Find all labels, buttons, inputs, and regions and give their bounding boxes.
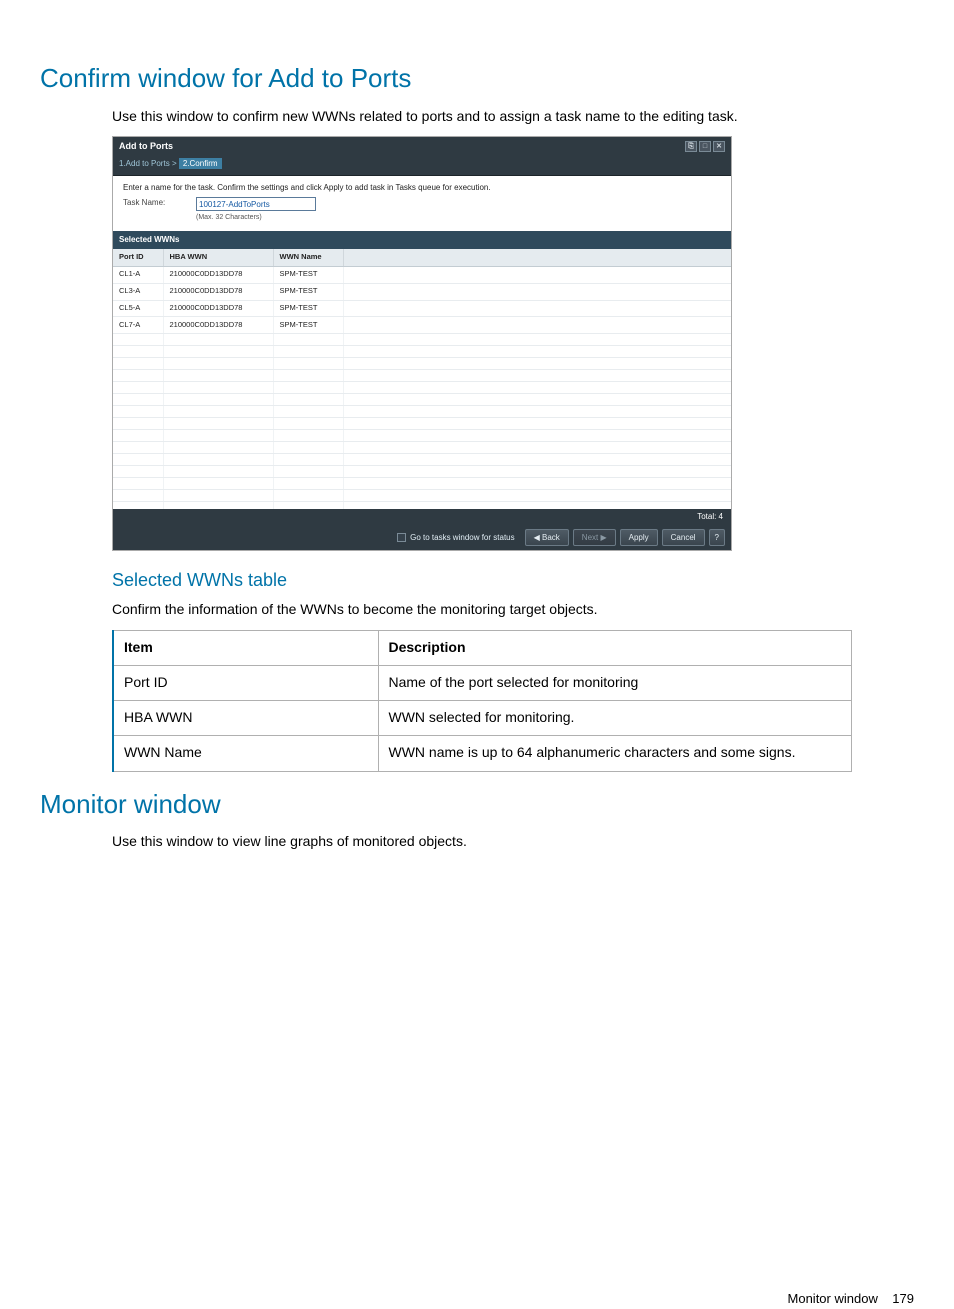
- apply-button[interactable]: Apply: [620, 529, 658, 547]
- table-row[interactable]: CL7-A210000C0DD13DD78SPM-TEST: [113, 317, 731, 334]
- table-row[interactable]: CL1-A210000C0DD13DD78SPM-TEST: [113, 266, 731, 283]
- breadcrumb-step-2: 2.Confirm: [179, 158, 222, 169]
- table-total: Total: 4: [113, 509, 731, 525]
- selected-wwns-header: Selected WWNs: [113, 231, 731, 249]
- breadcrumb-step-1[interactable]: 1.Add to Ports: [119, 159, 170, 168]
- back-button[interactable]: ◀ Back: [525, 529, 569, 547]
- help-button[interactable]: ?: [709, 529, 725, 547]
- table-row[interactable]: CL5-A210000C0DD13DD78SPM-TEST: [113, 300, 731, 317]
- task-name-input[interactable]: [196, 197, 316, 211]
- go-to-tasks-checkbox[interactable]: Go to tasks window for status: [397, 532, 515, 544]
- table-row[interactable]: CL3-A210000C0DD13DD78SPM-TEST: [113, 283, 731, 300]
- selected-wwns-table: Port ID HBA WWN WWN Name CL1-A210000C0DD…: [113, 249, 731, 509]
- window-maximize-icon[interactable]: □: [699, 141, 711, 152]
- table-row-empty: [113, 466, 731, 478]
- table-row-empty: [113, 358, 731, 370]
- table-row-empty: [113, 406, 731, 418]
- table-row-empty: [113, 394, 731, 406]
- table-row-empty: [113, 442, 731, 454]
- add-to-ports-dialog: Add to Ports ⎘ □ ✕ 1.Add to Ports > 2.Co…: [112, 136, 732, 551]
- table-row-empty: [113, 418, 731, 430]
- col-hba-wwn: HBA WWN: [163, 249, 273, 266]
- table-row-empty: [113, 454, 731, 466]
- def-row: Port IDName of the port selected for mon…: [113, 665, 852, 700]
- table-row-empty: [113, 490, 731, 502]
- task-name-label: Task Name:: [123, 197, 178, 209]
- table-row-empty: [113, 430, 731, 442]
- definition-table: Item Description Port IDName of the port…: [112, 630, 852, 772]
- monitor-paragraph: Use this window to view line graphs of m…: [112, 831, 914, 851]
- def-head-item: Item: [113, 630, 378, 665]
- table-row-empty: [113, 334, 731, 346]
- section-heading-confirm: Confirm window for Add to Ports: [40, 60, 914, 98]
- def-row: HBA WWNWWN selected for monitoring.: [113, 701, 852, 736]
- page-footer: Monitor window 179: [40, 1290, 914, 1309]
- section-heading-monitor: Monitor window: [40, 786, 914, 824]
- breadcrumb-separator: >: [172, 159, 177, 168]
- table-row-empty: [113, 382, 731, 394]
- dialog-footer: Go to tasks window for status ◀ Back Nex…: [113, 525, 731, 551]
- intro-paragraph: Use this window to confirm new WWNs rela…: [112, 106, 914, 126]
- cancel-button[interactable]: Cancel: [662, 529, 705, 547]
- footer-page-number: 179: [892, 1291, 914, 1306]
- col-wwn-name: WWN Name: [273, 249, 343, 266]
- wizard-breadcrumb: 1.Add to Ports > 2.Confirm: [113, 156, 731, 176]
- def-row: WWN NameWWN name is up to 64 alphanumeri…: [113, 736, 852, 771]
- dialog-titlebar: Add to Ports ⎘ □ ✕: [113, 137, 731, 156]
- footer-section-label: Monitor window: [788, 1291, 878, 1306]
- dialog-title: Add to Ports: [119, 140, 173, 153]
- col-spacer: [343, 249, 731, 266]
- task-name-hint: (Max. 32 Characters): [196, 213, 316, 223]
- table-row-empty: [113, 502, 731, 509]
- window-close-icon[interactable]: ✕: [713, 141, 725, 152]
- selected-wwns-subheading: Selected WWNs table: [112, 567, 914, 593]
- selected-wwns-description: Confirm the information of the WWNs to b…: [112, 599, 914, 619]
- go-to-tasks-label: Go to tasks window for status: [410, 532, 515, 544]
- table-row-empty: [113, 478, 731, 490]
- next-button: Next ▶: [573, 529, 616, 547]
- window-pin-icon[interactable]: ⎘: [685, 141, 697, 152]
- col-port-id: Port ID: [113, 249, 163, 266]
- checkbox-icon: [397, 533, 406, 542]
- dialog-instruction: Enter a name for the task. Confirm the s…: [113, 176, 731, 198]
- table-row-empty: [113, 370, 731, 382]
- table-row-empty: [113, 346, 731, 358]
- def-head-description: Description: [378, 630, 852, 665]
